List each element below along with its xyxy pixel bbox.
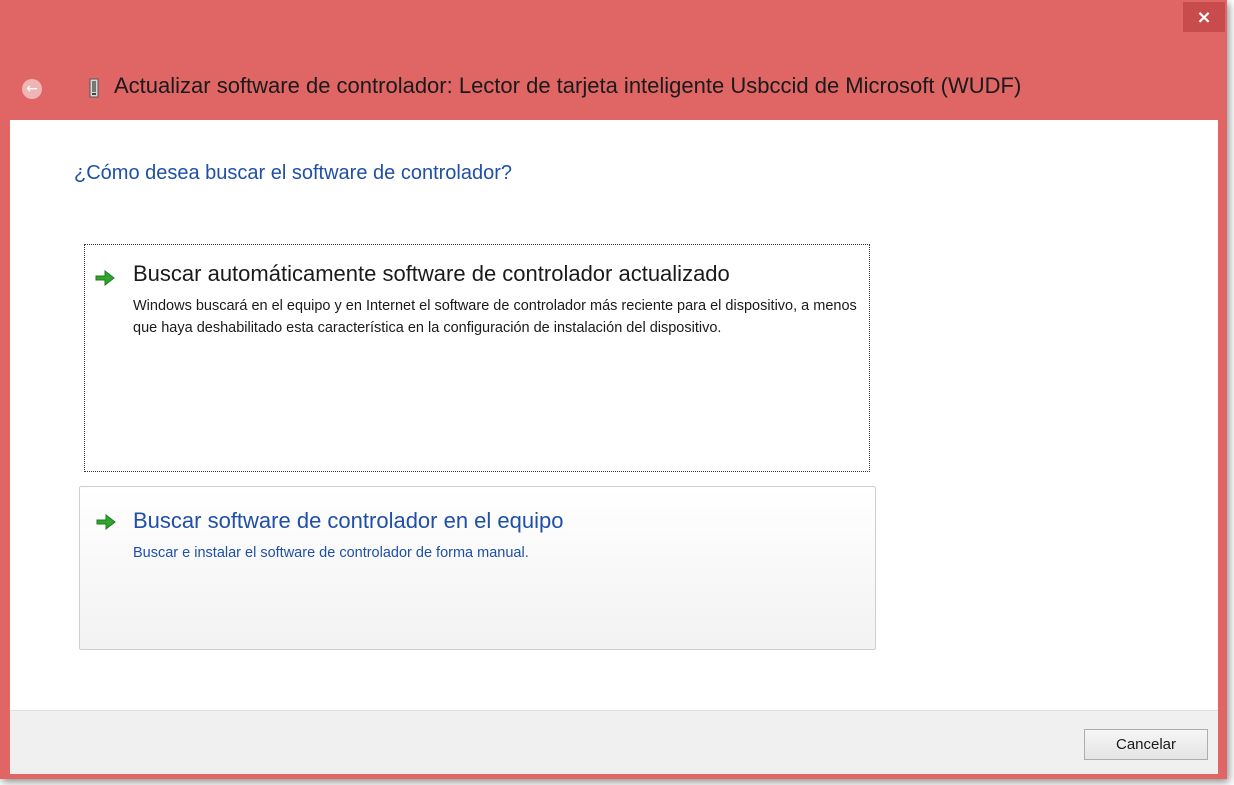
content-area: ¿Cómo desea buscar el software de contro… — [10, 120, 1218, 710]
option-description: Buscar e instalar el software de control… — [133, 545, 529, 561]
page-heading: ¿Cómo desea buscar el software de contro… — [74, 162, 513, 184]
green-arrow-icon — [96, 513, 116, 531]
dialog-title: Actualizar software de controlador: Lect… — [114, 73, 1022, 98]
smart-card-reader-icon — [89, 78, 99, 98]
option-description: Windows buscará en el equipo y en Intern… — [133, 298, 857, 336]
option-title: Buscar software de controlador en el equ… — [133, 508, 564, 533]
back-button[interactable]: ← — [22, 79, 42, 99]
close-icon: × — [1196, 6, 1212, 28]
driver-update-dialog: × ← Actualizar software de controlador: … — [0, 0, 1227, 779]
cancel-button[interactable]: Cancelar — [1084, 729, 1208, 760]
green-arrow-icon — [95, 269, 115, 287]
dialog-footer: Cancelar — [10, 710, 1218, 774]
back-arrow-icon: ← — [26, 81, 38, 97]
close-button[interactable]: × — [1183, 2, 1225, 32]
search-automatically-option[interactable]: Buscar automáticamente software de contr… — [84, 244, 870, 472]
title-bar: × ← Actualizar software de controlador: … — [0, 0, 1227, 120]
option-title: Buscar automáticamente software de contr… — [133, 261, 730, 286]
browse-computer-option[interactable]: Buscar software de controlador en el equ… — [79, 486, 876, 650]
